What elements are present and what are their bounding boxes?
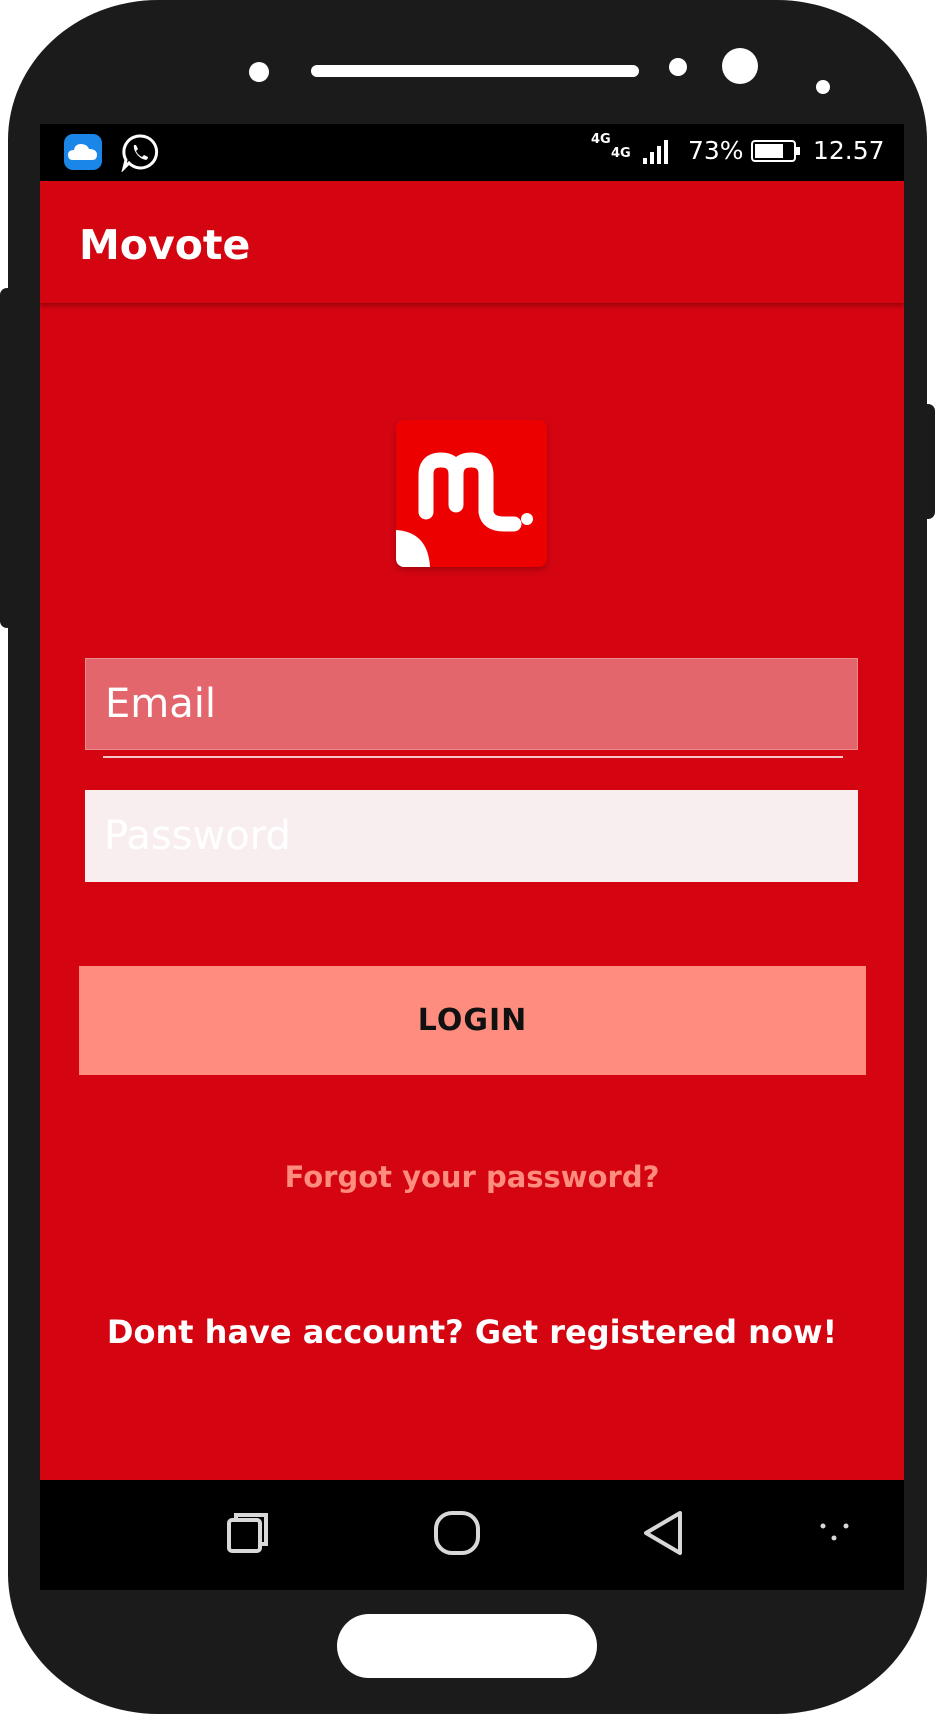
cloud-icon — [64, 134, 102, 170]
recents-icon[interactable] — [226, 1511, 270, 1555]
home-icon[interactable] — [433, 1510, 481, 1556]
app-bar: Movote — [40, 181, 904, 303]
email-field[interactable] — [85, 658, 858, 750]
phone-frame: 4G 4G 73% 12.57 Movote Email LOGIN Forgo… — [8, 0, 927, 1714]
login-button[interactable]: LOGIN — [79, 966, 866, 1075]
network-type-label: 4G — [591, 132, 611, 147]
password-field[interactable] — [85, 790, 858, 882]
sensor-dot — [249, 62, 269, 82]
front-camera — [722, 48, 758, 84]
physical-home-button[interactable] — [337, 1614, 597, 1678]
back-icon[interactable] — [641, 1509, 685, 1557]
menu-dots-icon[interactable] — [819, 1520, 851, 1544]
forgot-password-link[interactable]: Forgot your password? — [40, 1160, 904, 1194]
email-underline — [103, 756, 843, 758]
password-input[interactable] — [85, 790, 858, 882]
email-input[interactable] — [86, 659, 857, 749]
sensor-dot — [669, 58, 687, 76]
earpiece-speaker — [311, 65, 639, 77]
whatsapp-icon — [120, 132, 160, 173]
network-type-label: 4G — [611, 146, 631, 161]
navigation-bar — [40, 1480, 904, 1590]
signal-icon — [641, 138, 671, 166]
battery-percent: 73% — [688, 136, 744, 165]
sensor-dot — [816, 80, 830, 94]
register-link[interactable]: Dont have account? Get registered now! — [40, 1313, 904, 1351]
battery-icon — [751, 140, 801, 162]
app-title: Movote — [79, 221, 251, 269]
movote-logo-icon — [396, 420, 547, 567]
screen: 4G 4G 73% 12.57 Movote Email LOGIN Forgo… — [40, 124, 904, 1590]
clock: 12.57 — [813, 136, 885, 165]
status-bar: 4G 4G 73% 12.57 — [40, 124, 904, 181]
